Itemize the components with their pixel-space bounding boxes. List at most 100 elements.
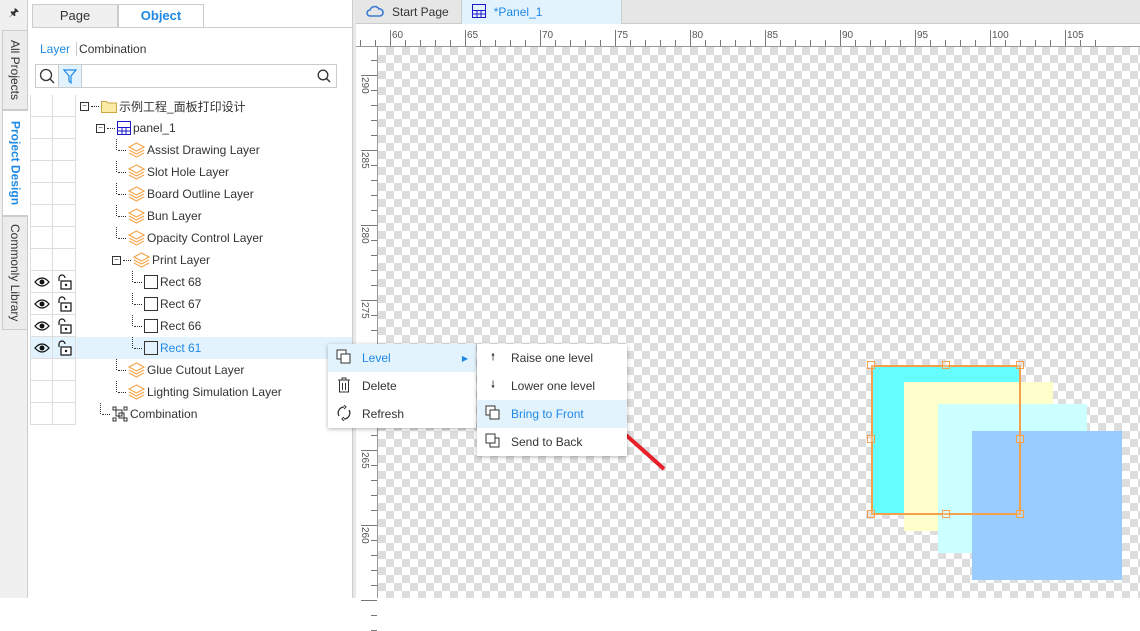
ruler-tick (435, 40, 436, 46)
search-icon[interactable] (36, 65, 59, 87)
side-tab-all-projects[interactable]: All Projects (2, 30, 28, 110)
tree-row[interactable]: Glue Cutout Layer (30, 359, 352, 381)
ruler-tick (540, 30, 541, 46)
menu-item-delete[interactable]: Delete (328, 372, 476, 400)
collapse-toggle[interactable]: − (96, 123, 105, 133)
tree-row[interactable]: Opacity Control Layer (30, 227, 352, 249)
resize-handle[interactable] (867, 361, 875, 369)
tree-row[interactable]: Slot Hole Layer (30, 161, 352, 183)
tree-row[interactable]: Assist Drawing Layer (30, 139, 352, 161)
resize-handle[interactable] (867, 510, 875, 518)
ruler-label: 290 (359, 77, 370, 94)
search-input[interactable] (82, 65, 312, 87)
object-panel: Page Object Layer Combination − 示例工程_面板打… (28, 0, 352, 598)
tree-row[interactable]: Board Outline Layer (30, 183, 352, 205)
rect-icon (144, 341, 158, 355)
pin-icon[interactable]: 🖈 (0, 0, 28, 28)
tree-connector (123, 259, 131, 261)
design-canvas[interactable] (378, 47, 1140, 598)
tree-connector (134, 281, 142, 283)
ruler-tick (371, 480, 377, 481)
tab-start-page[interactable]: Start Page (356, 0, 462, 24)
ruler-tick (945, 40, 946, 46)
ruler-tick (371, 330, 377, 331)
tab-page[interactable]: Page (32, 4, 118, 28)
tree-row[interactable]: Rect 68 (30, 271, 352, 293)
ruler-tick (705, 40, 706, 46)
side-tab-label: Commonly Library (8, 224, 22, 322)
lock-open-icon[interactable] (53, 337, 76, 359)
resize-handle[interactable] (867, 435, 875, 443)
visibility-eye-icon[interactable] (30, 337, 53, 359)
menu-item-refresh[interactable]: Refresh (328, 400, 476, 428)
tree-row[interactable]: Rect 61 (30, 337, 352, 359)
search-submit-icon[interactable] (312, 65, 336, 87)
send-back-icon (485, 433, 501, 452)
side-tab-label: Project Design (8, 120, 23, 206)
side-tab-project-design[interactable]: Project Design (2, 110, 28, 216)
tab-object[interactable]: Object (118, 4, 204, 28)
menu-item-send-to-back[interactable]: Send to Back (477, 428, 627, 456)
menu-item-lower-one-level[interactable]: 🠗 Lower one level (477, 372, 627, 400)
ruler-tick (555, 40, 556, 46)
tree-row[interactable]: Combination (30, 403, 352, 425)
menu-item-raise-one-level[interactable]: 🠕 Raise one level (477, 344, 627, 372)
side-tab-commonly-library[interactable]: Commonly Library (2, 216, 28, 330)
menu-item-label: Send to Back (511, 435, 583, 449)
tree-row[interactable]: − Print Layer (30, 249, 352, 271)
subtab-layer[interactable]: Layer (40, 42, 70, 56)
menu-item-bring-to-front[interactable]: Bring to Front (477, 400, 627, 428)
visibility-eye-icon[interactable] (30, 293, 53, 315)
resize-handle[interactable] (942, 361, 950, 369)
ruler-tick (1020, 40, 1021, 46)
collapse-toggle[interactable]: − (80, 101, 89, 111)
resize-handle[interactable] (1016, 361, 1024, 369)
visibility-eye-icon[interactable] (30, 271, 53, 293)
ruler-tick (570, 40, 571, 46)
subtab-combination[interactable]: Combination (76, 42, 146, 56)
ruler-tick (600, 40, 601, 46)
lock-open-icon[interactable] (53, 271, 76, 293)
ruler-tick (371, 165, 377, 166)
resize-handle[interactable] (1016, 510, 1024, 518)
ruler-tick (371, 570, 377, 571)
search-bar (35, 64, 337, 88)
lock-cell (53, 95, 76, 117)
ruler-tick (405, 40, 406, 46)
tree-label: Lighting Simulation Layer (147, 385, 282, 399)
ruler-tick (975, 40, 976, 46)
caret-right-icon: ▶ (461, 353, 468, 363)
ruler-tick (915, 30, 916, 46)
visibility-eye-icon[interactable] (30, 315, 53, 337)
ruler-tick (465, 30, 466, 46)
tree-row[interactable]: Bun Layer (30, 205, 352, 227)
tree-row[interactable]: Lighting Simulation Layer (30, 381, 352, 403)
ruler-label: 100 (992, 30, 1009, 41)
tree-row[interactable]: Rect 66 (30, 315, 352, 337)
tree-connector (107, 127, 115, 129)
ruler-tick (675, 40, 676, 46)
ruler-tick (690, 30, 691, 46)
horizontal-ruler: 60 65 70 75 80 85 90 95 100 105 (356, 24, 1140, 47)
layer-tree: − 示例工程_面板打印设计 − panel_1 Assist Drawing L… (30, 95, 352, 425)
menu-item-label: Lower one level (511, 379, 596, 393)
lock-cell (53, 227, 76, 249)
ruler-tick (585, 40, 586, 46)
ruler-tick (371, 465, 377, 466)
lock-open-icon[interactable] (53, 315, 76, 337)
tree-row[interactable]: − panel_1 (30, 117, 352, 139)
tab-panel-1[interactable]: *Panel_1 (461, 0, 622, 24)
filter-icon[interactable] (59, 65, 82, 87)
ruler-tick (371, 285, 377, 286)
visibility-cell (30, 249, 53, 271)
tab-label: Start Page (392, 5, 449, 19)
collapse-toggle[interactable]: − (112, 255, 121, 265)
menu-item-level[interactable]: Level ▶ (328, 344, 476, 372)
ruler-tick (450, 40, 451, 46)
resize-handle[interactable] (1016, 435, 1024, 443)
lock-open-icon[interactable] (53, 293, 76, 315)
tree-row[interactable]: − 示例工程_面板打印设计 (30, 95, 352, 117)
tree-row[interactable]: Rect 67 (30, 293, 352, 315)
resize-handle[interactable] (942, 510, 950, 518)
tree-connector (134, 325, 142, 327)
